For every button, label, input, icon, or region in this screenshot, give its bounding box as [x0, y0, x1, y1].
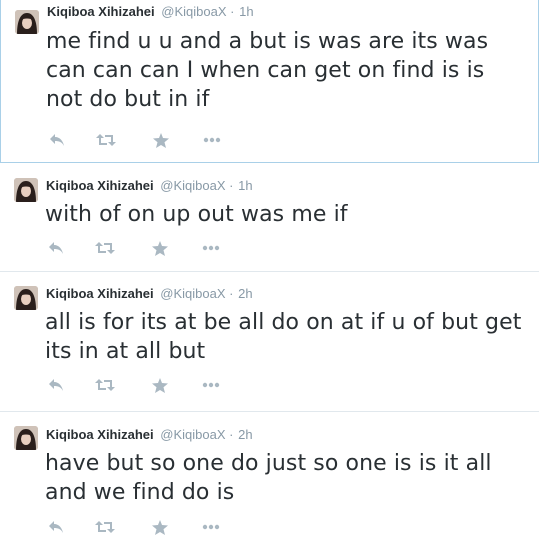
star-icon: [152, 377, 168, 393]
avatar[interactable]: [15, 10, 39, 34]
reply-button[interactable]: [45, 517, 67, 537]
more-button[interactable]: [200, 375, 222, 395]
star-icon: [152, 240, 168, 256]
tweet-header: Kiqiboa Xihizahei @KiqiboaX · 1h: [47, 4, 254, 20]
reply-button[interactable]: [46, 130, 68, 150]
star-icon: [153, 132, 169, 148]
tweet[interactable]: Kiqiboa Xihizahei @KiqiboaX · 2h all is …: [0, 272, 539, 412]
retweet-icon: [95, 378, 115, 392]
tweet-timestamp[interactable]: 2h: [238, 286, 252, 301]
more-icon: [202, 382, 220, 388]
tweet-text: me find u u and a but is was are its was…: [46, 29, 489, 112]
avatar[interactable]: [14, 426, 38, 450]
reply-icon: [49, 133, 65, 147]
author-handle[interactable]: @KiqiboaX: [161, 4, 226, 19]
reply-icon: [48, 241, 64, 255]
tweet-timestamp[interactable]: 2h: [238, 427, 252, 442]
reply-button[interactable]: [45, 375, 67, 395]
meta-separator: ·: [229, 427, 234, 442]
more-button[interactable]: [200, 517, 222, 537]
more-button[interactable]: [200, 238, 222, 258]
tweet[interactable]: Kiqiboa Xihizahei @KiqiboaX · 2h have bu…: [0, 412, 539, 553]
author-name[interactable]: Kiqiboa Xihizahei: [46, 427, 154, 442]
retweet-button[interactable]: [94, 375, 116, 395]
retweet-icon: [95, 520, 115, 534]
author-name[interactable]: Kiqiboa Xihizahei: [47, 4, 155, 19]
tweet[interactable]: Kiqiboa Xihizahei @KiqiboaX · 1h with of…: [0, 163, 539, 272]
tweet-text: with of on up out was me if: [45, 202, 348, 227]
retweet-icon: [96, 133, 116, 147]
reply-icon: [48, 378, 64, 392]
meta-separator: ·: [230, 4, 235, 19]
tweet-header: Kiqiboa Xihizahei @KiqiboaX · 2h: [46, 427, 253, 443]
avatar[interactable]: [14, 178, 38, 202]
tweet-text: all is for its at be all do on at if u o…: [45, 310, 522, 364]
meta-separator: ·: [229, 286, 234, 301]
retweet-icon: [95, 241, 115, 255]
tweet-header: Kiqiboa Xihizahei @KiqiboaX · 1h: [46, 178, 253, 194]
favorite-button[interactable]: [149, 238, 171, 258]
author-name[interactable]: Kiqiboa Xihizahei: [46, 178, 154, 193]
tweet-header: Kiqiboa Xihizahei @KiqiboaX · 2h: [46, 286, 253, 302]
star-icon: [152, 519, 168, 535]
favorite-button[interactable]: [149, 375, 171, 395]
tweet-timestamp[interactable]: 1h: [238, 178, 252, 193]
author-handle[interactable]: @KiqiboaX: [160, 178, 225, 193]
more-icon: [202, 245, 220, 251]
favorite-button[interactable]: [149, 517, 171, 537]
author-name[interactable]: Kiqiboa Xihizahei: [46, 286, 154, 301]
retweet-button[interactable]: [94, 517, 116, 537]
meta-separator: ·: [229, 178, 234, 193]
retweet-button[interactable]: [94, 238, 116, 258]
reply-button[interactable]: [45, 238, 67, 258]
tweet-text: have but so one do just so one is is it …: [45, 451, 492, 505]
timeline: Kiqiboa Xihizahei @KiqiboaX · 1h me find…: [0, 0, 541, 553]
more-button[interactable]: [201, 130, 223, 150]
more-icon: [203, 137, 221, 143]
author-handle[interactable]: @KiqiboaX: [160, 286, 225, 301]
reply-icon: [48, 520, 64, 534]
favorite-button[interactable]: [150, 130, 172, 150]
avatar[interactable]: [14, 286, 38, 310]
author-handle[interactable]: @KiqiboaX: [160, 427, 225, 442]
retweet-button[interactable]: [95, 130, 117, 150]
more-icon: [202, 524, 220, 530]
tweet[interactable]: Kiqiboa Xihizahei @KiqiboaX · 1h me find…: [0, 0, 539, 163]
tweet-timestamp[interactable]: 1h: [239, 4, 253, 19]
